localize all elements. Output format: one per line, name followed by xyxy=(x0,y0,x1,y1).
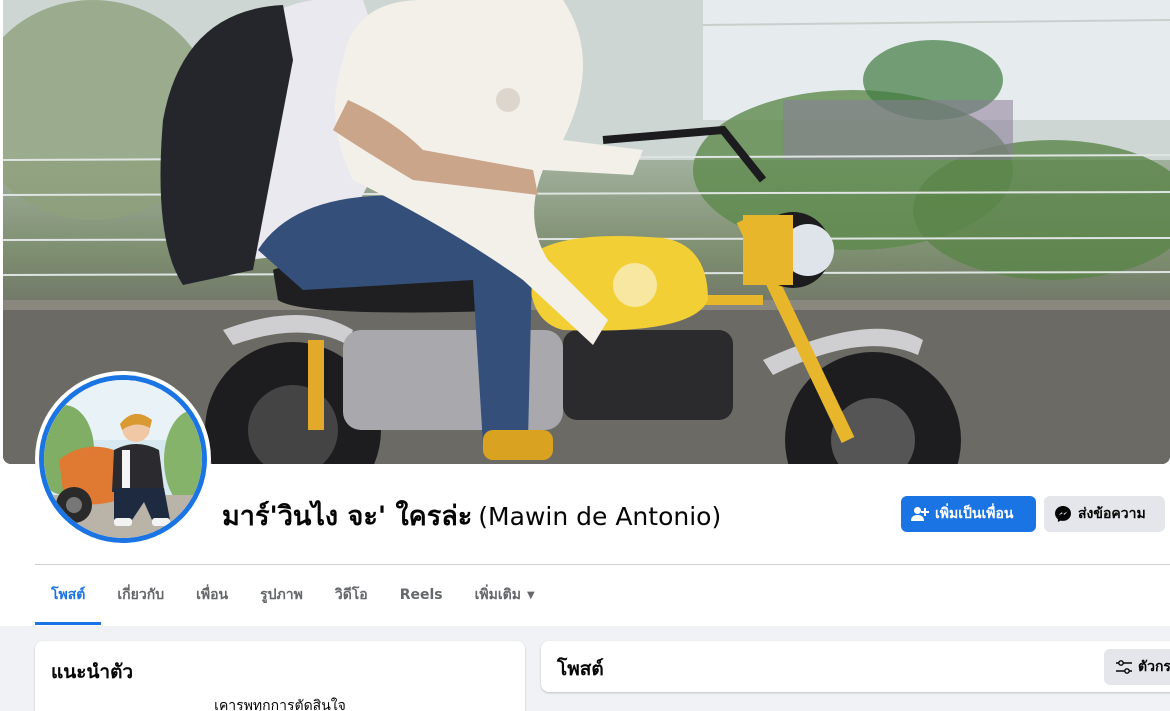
messenger-icon xyxy=(1055,506,1071,522)
sliders-icon xyxy=(1116,660,1132,674)
filter-button[interactable]: ตัวกรอง xyxy=(1104,649,1170,685)
intro-title: แนะนำตัว xyxy=(51,661,134,683)
add-friend-button[interactable]: เพิ่มเป็นเพื่อน xyxy=(901,496,1036,532)
tab-photos[interactable]: รูปภาพ xyxy=(244,566,319,624)
filter-label: ตัวกรอง xyxy=(1138,659,1170,675)
profile-name-alternate: (Mawin de Antonio) xyxy=(478,502,722,531)
tab-friends[interactable]: เพื่อน xyxy=(180,566,244,624)
profile-header: มาร์'วินไง จะ' ใครล่ะ (Mawin de Antonio) … xyxy=(0,0,1170,626)
avatar-illustration xyxy=(44,380,202,538)
tab-label: โพสต์ xyxy=(51,587,86,603)
profile-tabs: โพสต์ เกี่ยวกับ เพื่อน รูปภาพ วิดีโอ Ree… xyxy=(35,566,551,626)
tab-label: Reels xyxy=(399,587,443,603)
tab-label: เพิ่มเติม xyxy=(474,587,521,603)
profile-avatar[interactable] xyxy=(35,371,211,547)
message-label: ส่งข้อความ xyxy=(1078,506,1146,522)
tab-about[interactable]: เกี่ยวกับ xyxy=(101,566,180,624)
posts-title: โพสต์ xyxy=(557,658,604,680)
header-divider xyxy=(35,564,1170,565)
user-plus-icon xyxy=(911,507,929,521)
profile-name-main: มาร์'วินไง จะ' ใครล่ะ xyxy=(222,501,473,532)
intro-card: แนะนำตัว เคารพทุกการตัดสินใจ xyxy=(35,641,525,711)
tab-posts[interactable]: โพสต์ xyxy=(35,566,102,625)
tab-label: วิดีโอ xyxy=(334,587,368,603)
message-button[interactable]: ส่งข้อความ xyxy=(1044,496,1165,532)
intro-bio: เคารพทุกการตัดสินใจ xyxy=(214,698,346,711)
tab-label: รูปภาพ xyxy=(260,587,303,603)
avatar-photo xyxy=(44,380,202,538)
tab-label: เพื่อน xyxy=(196,587,229,603)
profile-name: มาร์'วินไง จะ' ใครล่ะ (Mawin de Antonio) xyxy=(222,494,721,537)
add-friend-label: เพิ่มเป็นเพื่อน xyxy=(935,506,1014,522)
posts-card: โพสต์ ตัวกรอง xyxy=(541,641,1170,692)
tab-videos[interactable]: วิดีโอ xyxy=(319,566,384,624)
caret-down-icon: ▼ xyxy=(526,589,535,601)
tab-label: เกี่ยวกับ xyxy=(117,587,165,603)
tab-more[interactable]: เพิ่มเติม ▼ xyxy=(459,566,551,624)
tab-reels[interactable]: Reels xyxy=(384,566,459,624)
story-ring xyxy=(39,375,207,543)
